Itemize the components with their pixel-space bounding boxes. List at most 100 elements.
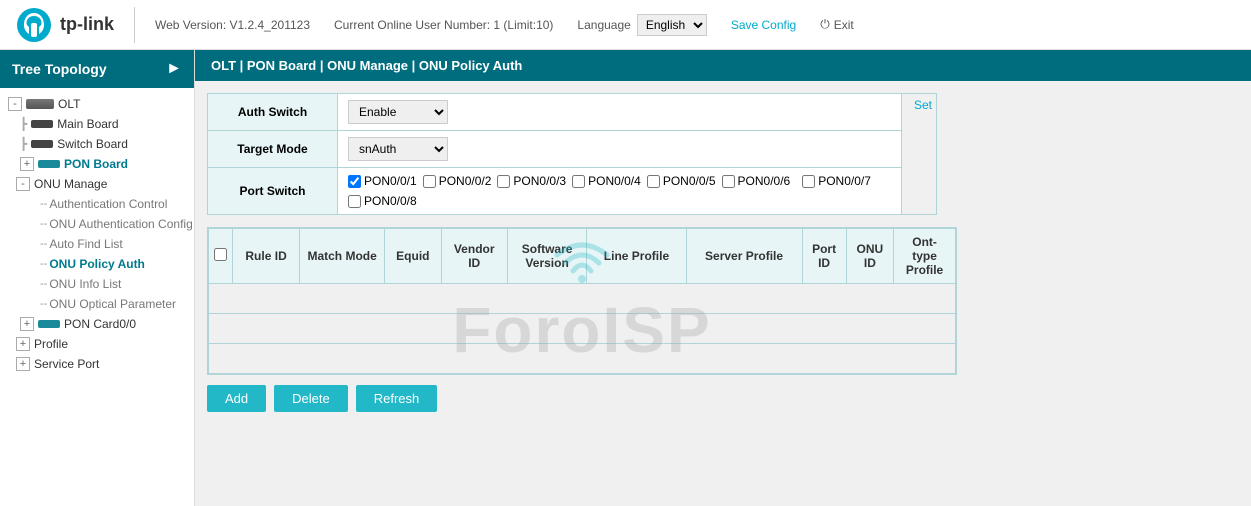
sidebar-item-onu-auth-config[interactable]: -- ONU Authentication Config <box>0 214 194 234</box>
port-pon007-label[interactable]: PON0/0/7 <box>802 174 871 188</box>
port-pon002-checkbox[interactable] <box>423 175 436 188</box>
target-mode-label: Target Mode <box>208 131 338 168</box>
sidebar-item-auth-control[interactable]: -- Authentication Control <box>0 194 194 214</box>
header: tp-link Web Version: V1.2.4_201123 Curre… <box>0 0 1251 50</box>
sidebar-tree: - OLT ┣ Main Board ┣ Switch Board + PON … <box>0 88 194 380</box>
sidebar: Tree Topology ► - OLT ┣ Main Board ┣ Swi… <box>0 50 195 506</box>
sidebar-item-onu-optical[interactable]: -- ONU Optical Parameter <box>0 294 194 314</box>
sidebar-item-profile[interactable]: + Profile <box>0 334 194 354</box>
col-port-id: PortID <box>802 229 846 284</box>
target-mode-row: Target Mode snAuth macAuth sn-macAuth hy… <box>208 131 937 168</box>
onu-auth-config-label: ONU Authentication Config <box>49 217 192 231</box>
sidebar-item-pon-card[interactable]: + PON Card0/0 <box>0 314 194 334</box>
col-onu-id: ONUID <box>846 229 894 284</box>
port-pon006-checkbox[interactable] <box>722 175 735 188</box>
onu-policy-auth-label: ONU Policy Auth <box>49 257 145 271</box>
tplink-logo-icon <box>16 7 52 43</box>
auth-switch-select[interactable]: Enable Disable <box>348 100 448 124</box>
table-empty-row-1 <box>209 284 956 314</box>
port-pon003-checkbox[interactable] <box>497 175 510 188</box>
table-header-row: Rule ID Match Mode Equid VendorID Softwa… <box>209 229 956 284</box>
port-pon001-checkbox[interactable] <box>348 175 361 188</box>
auto-find-label: Auto Find List <box>49 237 122 251</box>
save-config-link[interactable]: Save Config <box>731 18 796 32</box>
olt-expand-icon[interactable]: - <box>8 97 22 111</box>
switch-board-label: Switch Board <box>57 137 128 151</box>
onu-optical-dash: -- <box>40 298 47 310</box>
delete-button[interactable]: Delete <box>274 385 348 412</box>
port-pon005-label[interactable]: PON0/0/5 <box>647 174 716 188</box>
profile-expand-icon[interactable]: + <box>16 337 30 351</box>
port-switch-label: Port Switch <box>208 168 338 215</box>
port-pon008-label[interactable]: PON0/0/8 <box>348 194 417 208</box>
exit-label: Exit <box>834 18 854 32</box>
main-board-connector: ┣ <box>20 117 27 131</box>
service-port-expand-icon[interactable]: + <box>16 357 30 371</box>
sidebar-item-pon-board[interactable]: + PON Board <box>0 154 194 174</box>
target-mode-select[interactable]: snAuth macAuth sn-macAuth hybridAuth <box>348 137 448 161</box>
service-port-label: Service Port <box>34 357 99 371</box>
onu-info-dash: -- <box>40 278 47 290</box>
pon-board-expand-icon[interactable]: + <box>20 157 34 171</box>
onu-optical-label: ONU Optical Parameter <box>49 297 176 311</box>
onu-manage-label: ONU Manage <box>34 177 107 191</box>
main-layout: Tree Topology ► - OLT ┣ Main Board ┣ Swi… <box>0 50 1251 506</box>
language-selector[interactable]: Language English <box>577 14 706 36</box>
pon-card-label: PON Card0/0 <box>64 317 136 331</box>
logo-text: tp-link <box>60 14 114 35</box>
select-all-checkbox[interactable] <box>214 248 227 261</box>
web-version: Web Version: V1.2.4_201123 <box>155 18 310 32</box>
col-line-profile: Line Profile <box>587 229 686 284</box>
port-pon008-checkbox[interactable] <box>348 195 361 208</box>
col-check <box>209 229 233 284</box>
main-panel: Auth Switch Enable Disable Set Target Mo… <box>195 81 1251 506</box>
sidebar-item-auto-find[interactable]: -- Auto Find List <box>0 234 194 254</box>
port-pon002-label[interactable]: PON0/0/2 <box>423 174 492 188</box>
onu-info-label: ONU Info List <box>49 277 121 291</box>
table-empty-row-3 <box>209 344 956 374</box>
port-pon007-checkbox[interactable] <box>802 175 815 188</box>
sidebar-toggle-icon[interactable]: ► <box>166 60 182 78</box>
action-buttons: Add Delete Refresh <box>207 385 1239 412</box>
col-vendor-id: VendorID <box>441 229 507 284</box>
sidebar-item-switch-board[interactable]: ┣ Switch Board <box>0 134 194 154</box>
exit-button[interactable]: ⏻ Exit <box>820 17 854 32</box>
auth-switch-row: Auth Switch Enable Disable Set <box>208 94 937 131</box>
power-icon: ⏻ <box>820 17 830 32</box>
breadcrumb-path: OLT | PON Board | ONU Manage | ONU Polic… <box>211 58 522 73</box>
port-switch-checkboxes: PON0/0/1 PON0/0/2 PON0/0/3 PON0/0/4 <box>348 174 891 208</box>
auth-control-label: Authentication Control <box>49 197 167 211</box>
data-table-wrapper: ForoISP Rule ID Match Mode Equid VendorI… <box>207 227 957 375</box>
sidebar-item-onu-policy-auth[interactable]: -- ONU Policy Auth <box>0 254 194 274</box>
language-dropdown[interactable]: English <box>637 14 707 36</box>
col-server-profile: Server Profile <box>686 229 802 284</box>
col-software-version: SoftwareVersion <box>507 229 587 284</box>
sidebar-item-onu-manage[interactable]: - ONU Manage <box>0 174 194 194</box>
sidebar-item-onu-info[interactable]: -- ONU Info List <box>0 274 194 294</box>
sidebar-item-main-board[interactable]: ┣ Main Board <box>0 114 194 134</box>
pon-board-label: PON Board <box>64 157 128 171</box>
auth-switch-label: Auth Switch <box>208 94 338 131</box>
add-button[interactable]: Add <box>207 385 266 412</box>
refresh-button[interactable]: Refresh <box>356 385 438 412</box>
onu-manage-expand-icon[interactable]: - <box>16 177 30 191</box>
port-pon003-label[interactable]: PON0/0/3 <box>497 174 566 188</box>
port-pon001-label[interactable]: PON0/0/1 <box>348 174 417 188</box>
logo-container: tp-link <box>16 7 135 43</box>
pon-board-icon <box>38 160 60 168</box>
olt-device-icon <box>26 99 54 109</box>
main-board-label: Main Board <box>57 117 118 131</box>
sidebar-item-olt[interactable]: - OLT <box>0 94 194 114</box>
sidebar-item-service-port[interactable]: + Service Port <box>0 354 194 374</box>
port-pon004-label[interactable]: PON0/0/4 <box>572 174 641 188</box>
port-pon005-checkbox[interactable] <box>647 175 660 188</box>
port-pon004-checkbox[interactable] <box>572 175 585 188</box>
table-body <box>209 284 956 374</box>
pon-card-expand-icon[interactable]: + <box>20 317 34 331</box>
port-switch-row: Port Switch PON0/0/1 PON0/0/2 PON0/0/3 <box>208 168 937 215</box>
online-users: Current Online User Number: 1 (Limit:10) <box>334 18 553 32</box>
olt-label: OLT <box>58 97 80 111</box>
port-pon006-label[interactable]: PON0/0/6 <box>722 174 791 188</box>
set-link[interactable]: Set <box>906 98 932 112</box>
language-label: Language <box>577 18 630 32</box>
